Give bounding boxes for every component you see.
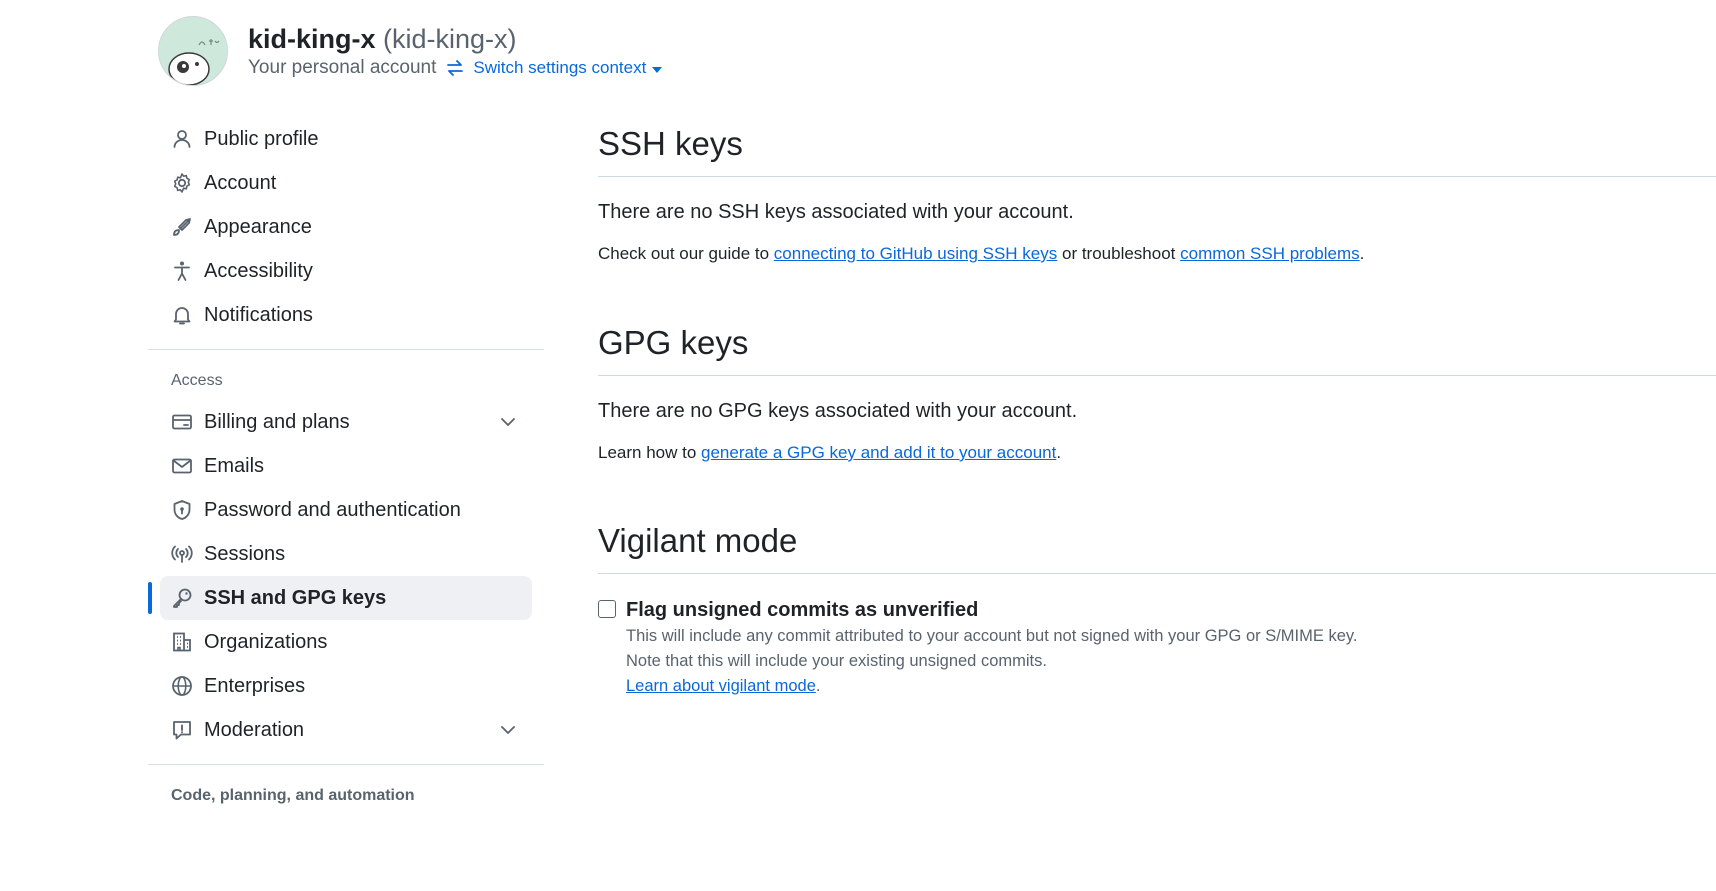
gpg-keys-heading: GPG keys (598, 324, 749, 361)
section-divider (598, 375, 1716, 376)
sidebar-item-label: Emails (204, 454, 265, 477)
vigilant-learn-link[interactable]: Learn about vigilant mode (626, 677, 816, 695)
sidebar-item-emails[interactable]: Emails (160, 444, 532, 488)
sidebar-item-label: SSH and GPG keys (204, 586, 387, 609)
sidebar-item-label: Public profile (204, 127, 319, 150)
gpg-learn-link[interactable]: generate a GPG key and add it to your ac… (701, 443, 1056, 462)
ssh-keys-heading: SSH keys (598, 125, 743, 162)
sidebar-item-ssh-gpg-keys[interactable]: SSH and GPG keys (148, 576, 532, 620)
switch-settings-context-button[interactable]: Switch settings context (473, 58, 663, 78)
vigilant-learn-suffix: . (815, 677, 821, 695)
section-divider (598, 573, 1716, 574)
chevron-down-icon[interactable] (498, 720, 518, 746)
section-divider (598, 176, 1716, 177)
switch-context-label: Switch settings context (473, 58, 647, 77)
shield-lock-icon (170, 498, 194, 522)
settings-sidebar: Public profile Account Appearance Access… (148, 117, 544, 815)
ssh-guide-suffix: . (1359, 244, 1365, 263)
ssh-guide-middle: or troubleshoot (1057, 244, 1181, 263)
sidebar-item-sessions[interactable]: Sessions (160, 532, 532, 576)
sidebar-item-enterprises[interactable]: Enterprises (160, 664, 532, 708)
sidebar-item-label: Appearance (204, 215, 312, 238)
account-handle: (kid-king-x) (383, 24, 517, 54)
main-content: SSH keys There are no SSH keys associate… (598, 118, 1716, 699)
vigilant-mode-section: Vigilant mode Flag unsigned commits as u… (598, 515, 1716, 699)
mail-icon (170, 454, 194, 478)
paintbrush-icon (170, 215, 194, 239)
sidebar-item-password-authentication[interactable]: Password and authentication (160, 488, 532, 532)
gpg-learn-prefix: Learn how to (598, 443, 702, 462)
account-subtitle: Your personal account (248, 57, 437, 78)
vigilant-mode-option: Flag unsigned commits as unverified This… (598, 598, 1716, 699)
report-icon (170, 718, 194, 742)
accessibility-icon (170, 259, 194, 283)
vigilant-note-line2: Note that this will include your existin… (626, 652, 1047, 670)
sidebar-item-moderation[interactable]: Moderation (160, 708, 532, 752)
sidebar-item-label: Notifications (204, 303, 313, 326)
arrow-switch-icon (446, 59, 464, 77)
sidebar-item-account[interactable]: Account (160, 161, 532, 205)
globe-icon (170, 674, 194, 698)
gear-icon (170, 171, 194, 195)
ssh-problems-link[interactable]: common SSH problems (1180, 244, 1360, 263)
sidebar-divider (148, 764, 544, 765)
gpg-keys-section: GPG keys There are no GPG keys associate… (598, 317, 1716, 463)
gpg-empty-message: There are no GPG keys associated with yo… (598, 400, 1078, 422)
sidebar-section-access: Access (171, 372, 223, 389)
caret-down-icon (652, 66, 663, 73)
bell-icon (170, 303, 194, 327)
ssh-empty-message: There are no SSH keys associated with yo… (598, 201, 1074, 223)
sidebar-section-code-planning: Code, planning, and automation (171, 787, 415, 804)
gpg-learn-suffix: . (1056, 443, 1062, 462)
vigilant-mode-heading: Vigilant mode (598, 522, 798, 559)
gpg-learn-text: Learn how to generate a GPG key and add … (598, 443, 1716, 463)
flag-unsigned-commits-label[interactable]: Flag unsigned commits as unverified (626, 598, 1358, 622)
ssh-guide-link[interactable]: connecting to GitHub using SSH keys (774, 244, 1057, 263)
account-title: kid-king-x (kid-king-x) (248, 23, 662, 55)
broadcast-icon (170, 542, 194, 566)
ssh-guide-prefix: Check out our guide to (598, 244, 774, 263)
sidebar-item-label: Moderation (204, 718, 305, 741)
sidebar-divider (148, 349, 544, 350)
sidebar-item-label: Password and authentication (204, 498, 461, 521)
active-indicator (148, 582, 152, 614)
vigilant-note: This will include any commit attributed … (626, 624, 1358, 699)
sidebar-item-label: Account (204, 171, 277, 194)
sidebar-item-label: Enterprises (204, 674, 306, 697)
sidebar-item-label: Billing and plans (204, 410, 350, 433)
sidebar-item-organizations[interactable]: Organizations (160, 620, 532, 664)
sidebar-item-label: Sessions (204, 542, 286, 565)
sidebar-item-public-profile[interactable]: Public profile (160, 117, 532, 161)
chevron-down-icon[interactable] (498, 412, 518, 438)
display-name: kid-king-x (248, 24, 376, 54)
key-icon (170, 586, 194, 610)
flag-unsigned-commits-checkbox[interactable] (598, 600, 616, 618)
ssh-guide-text: Check out our guide to connecting to Git… (598, 244, 1716, 264)
sidebar-item-label: Accessibility (204, 259, 313, 282)
ssh-keys-section: SSH keys There are no SSH keys associate… (598, 118, 1716, 264)
person-icon (170, 127, 194, 151)
sidebar-item-notifications[interactable]: Notifications (160, 293, 532, 337)
vigilant-note-line1: This will include any commit attributed … (626, 627, 1358, 645)
settings-header: kid-king-x (kid-king-x) Your personal ac… (158, 16, 663, 86)
sidebar-item-billing[interactable]: Billing and plans (160, 400, 532, 444)
avatar[interactable] (158, 16, 228, 86)
sidebar-item-accessibility[interactable]: Accessibility (160, 249, 532, 293)
sidebar-item-label: Organizations (204, 630, 328, 653)
sidebar-item-appearance[interactable]: Appearance (160, 205, 532, 249)
credit-card-icon (170, 410, 194, 434)
organization-icon (170, 630, 194, 654)
